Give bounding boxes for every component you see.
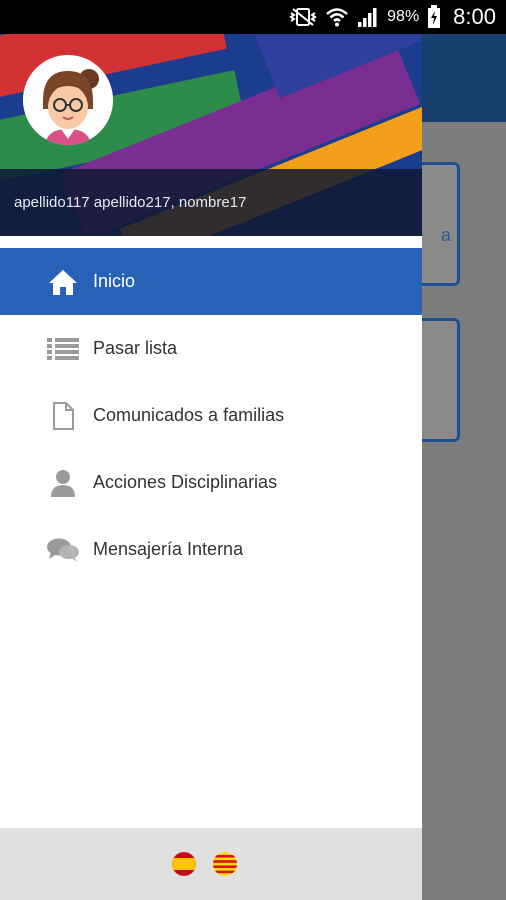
wifi-icon (325, 6, 349, 28)
person-icon (46, 466, 80, 500)
background-peek-text: a (440, 225, 451, 245)
avatar[interactable] (23, 55, 113, 145)
battery-percent: 98% (387, 8, 420, 25)
menu-item-comunicados[interactable]: Comunicados a familias (0, 382, 422, 449)
drawer-header: apellido117 apellido217, nombre17 (0, 34, 422, 236)
flag-spain-icon[interactable] (172, 852, 196, 876)
clock: 8:00 (453, 4, 496, 29)
menu-item-mensajeria[interactable]: Mensajería Interna (0, 516, 422, 583)
list-icon (46, 332, 80, 366)
menu-item-inicio[interactable]: Inicio (0, 248, 422, 315)
menu-item-label: Mensajería Interna (93, 539, 244, 559)
flag-catalonia-icon[interactable] (213, 852, 237, 876)
chat-icon (46, 533, 80, 567)
drawer-footer (0, 828, 422, 900)
document-icon (46, 399, 80, 433)
navigation-drawer: apellido117 apellido217, nombre17 Inicio… (0, 34, 422, 900)
menu-item-label: Inicio (93, 271, 136, 291)
menu-item-pasar-lista[interactable]: Pasar lista (0, 315, 422, 382)
drawer-menu: Inicio Pasar lista Comunicados a familia… (0, 248, 422, 583)
user-name: apellido117 apellido217, nombre17 (14, 194, 247, 211)
status-bar: 98% 8:00 (0, 0, 506, 34)
menu-item-label: Comunicados a familias (93, 405, 285, 425)
vibrate-icon (289, 7, 317, 27)
menu-item-label: Pasar lista (93, 338, 178, 358)
battery-icon (427, 5, 441, 29)
signal-icon (357, 6, 379, 28)
menu-item-acciones-disciplinarias[interactable]: Acciones Disciplinarias (0, 449, 422, 516)
home-icon (46, 265, 80, 299)
menu-item-label: Acciones Disciplinarias (93, 472, 278, 492)
